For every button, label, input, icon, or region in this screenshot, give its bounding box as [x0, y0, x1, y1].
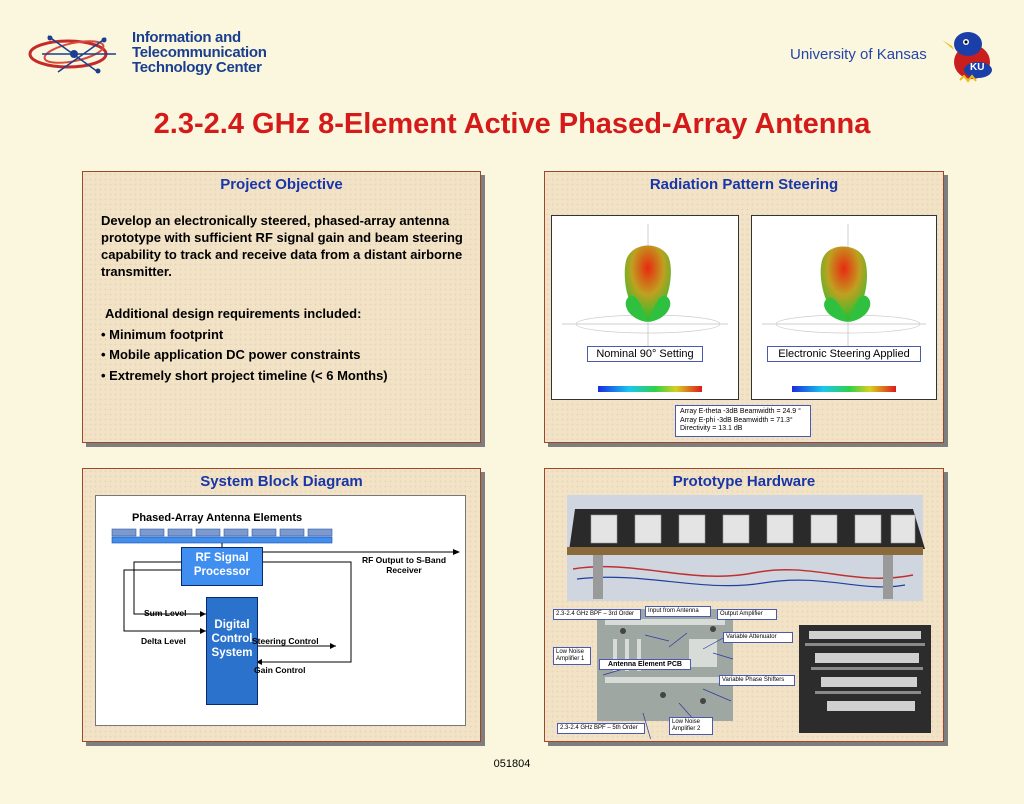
info-line: Directivity = 13.1 dB — [680, 425, 743, 432]
prototype-hardware-panel: Prototype Hardware 2.3-2.4 GHz BPF – 3rd… — [544, 468, 944, 742]
steering-control-label: Steering Control — [252, 636, 319, 646]
info-line: Array E-phi -3dB Beamwidth = 71.3° — [680, 416, 793, 424]
list-item: • Extremely short project timeline (< 6 … — [101, 367, 388, 383]
rf-output-line: RF Output to S-Band — [361, 555, 447, 565]
panel-title: Prototype Hardware — [672, 473, 816, 490]
project-objective-panel: Project Objective Develop an electronica… — [82, 171, 481, 443]
requirements-intro: Additional design requirements included: — [105, 306, 362, 321]
requirements-list: Additional design requirements included:… — [101, 304, 471, 386]
university-name: University of Kansas — [790, 46, 927, 63]
svg-text:KU: KU — [970, 62, 984, 73]
low-noise-amplifier-2-label: Low Noise Amplifier 2 — [669, 717, 713, 735]
beam-pattern-icon — [762, 224, 926, 346]
radiation-plot-steered — [751, 215, 937, 400]
variable-attenuator-label: Variable Attenuator — [723, 632, 793, 643]
nominal-caption: Nominal 90° Setting — [587, 346, 703, 362]
panel-title: Project Objective — [220, 176, 343, 193]
info-line: Array E-theta -3dB Beamwidth = 24.9 ° — [680, 408, 801, 415]
block-label: Control — [211, 633, 253, 645]
antenna-element-pcb-label: Antenna Element PCB — [599, 659, 691, 670]
gain-control-label: Gain Control — [254, 665, 306, 675]
block-label: RF Signal — [195, 552, 249, 564]
objective-body: Develop an electronically steered, phase… — [101, 213, 463, 279]
bpf-5th-order-label: 2.3-2.4 GHz BPF – 5th Order — [557, 723, 645, 734]
sum-level-label: Sum Level — [144, 608, 187, 618]
list-item: • Minimum footprint — [101, 326, 224, 342]
logo-line-3: Technology Center — [132, 59, 262, 76]
logo-line-1: Information and — [132, 29, 241, 46]
panel-title: System Block Diagram — [200, 473, 363, 490]
panel-title: Radiation Pattern Steering — [649, 176, 839, 193]
input-from-antenna-label: Input from Antenna — [645, 606, 711, 617]
network-swirl-icon — [28, 35, 116, 74]
logo-line-2: Telecommunication — [132, 44, 267, 61]
block-label: Processor — [193, 566, 251, 578]
radiation-pattern-panel: Radiation Pattern Steering Nominal 90° S… — [544, 171, 944, 443]
colorbar — [598, 386, 702, 392]
rf-output-label: RF Output to S-Band Receiver — [354, 555, 454, 575]
radiation-plot-nominal — [551, 215, 739, 400]
jayhawk-icon: KU — [940, 26, 1000, 84]
beam-pattern-icon — [562, 224, 728, 346]
output-amplifier-label: Output Amplifier — [717, 609, 777, 620]
low-noise-amplifier-1-label: Low Noise Amplifier 1 — [553, 647, 591, 665]
digital-control-system-block: Digital Control System — [206, 597, 258, 705]
logo-text: Information and Telecommunication Techno… — [132, 30, 267, 75]
colorbar — [792, 386, 896, 392]
system-block-diagram-panel: System Block Diagram Phased-Array Antenn… — [82, 468, 481, 742]
list-item: • Mobile application DC power constraint… — [101, 347, 361, 362]
block-diagram-canvas: Phased-Array Antenna Elements RF Signal … — [95, 495, 466, 726]
itt-logo: Information and Telecommunication Techno… — [28, 28, 268, 82]
block-label: Digital — [214, 619, 250, 631]
rf-signal-processor-block: RF Signal Processor — [181, 547, 263, 586]
delta-level-label: Delta Level — [141, 636, 186, 646]
slide-number: 051804 — [493, 758, 531, 770]
bpf-3rd-order-label: 2.3-2.4 GHz BPF – 3rd Order — [553, 609, 641, 620]
beamwidth-info: Array E-theta -3dB Beamwidth = 24.9 ° Ar… — [675, 405, 811, 437]
block-label: System — [211, 647, 253, 659]
rf-output-line: Receiver — [386, 565, 422, 575]
steered-caption: Electronic Steering Applied — [767, 346, 921, 362]
variable-phase-shifters-label: Variable Phase Shifters — [719, 675, 795, 686]
page-title: 2.3-2.4 GHz 8-Element Active Phased-Arra… — [153, 108, 871, 140]
